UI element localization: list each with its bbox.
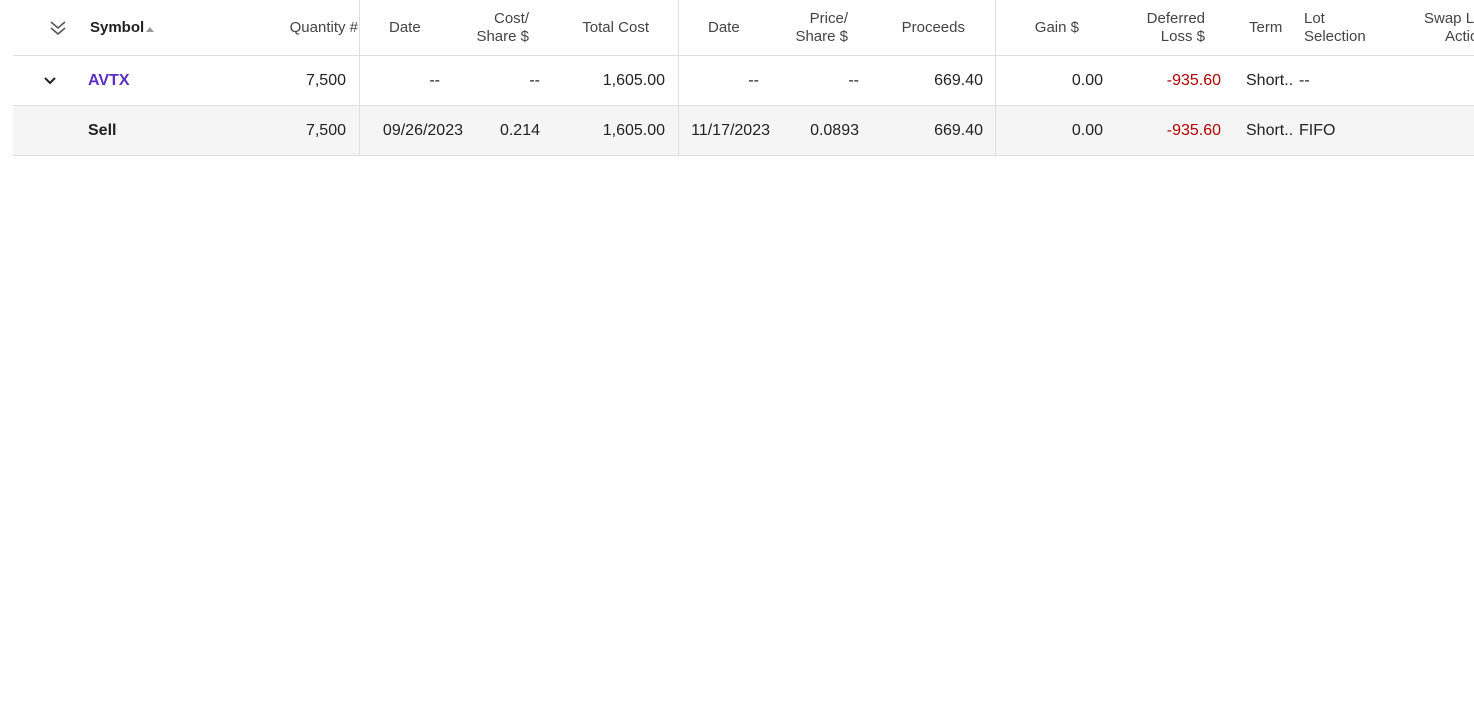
swap-lot-action-header-line2: Actio	[1445, 27, 1474, 45]
proceeds-header[interactable]: Proceeds	[873, 0, 965, 55]
acquired-date-cell: --	[429, 71, 440, 89]
price-per-share-cell: --	[848, 71, 859, 89]
price-per-share-header-line1: Price/	[809, 9, 848, 27]
symbol-header[interactable]: Symbol	[90, 0, 180, 55]
cost-per-share-cell: --	[529, 71, 540, 89]
term-cell: Short..	[1246, 121, 1294, 139]
sort-ascending-icon	[146, 27, 155, 32]
quantity-cell: 7,500	[305, 121, 346, 139]
expand-all-icon[interactable]	[43, 0, 73, 55]
quantity-cell: 7,500	[305, 71, 346, 89]
column-divider	[359, 0, 360, 155]
total-cost-header[interactable]: Total Cost	[553, 0, 649, 55]
column-divider	[678, 0, 679, 155]
gain-cell: 0.00	[1071, 121, 1103, 139]
total-cost-cell: 1,605.00	[602, 71, 665, 89]
cost-per-share-cell: 0.214	[499, 121, 540, 139]
sold-date-header[interactable]: Date	[708, 0, 768, 55]
sold-date-cell: --	[748, 71, 759, 89]
acquired-date-cell: 09/26/2023	[382, 121, 463, 139]
cost-per-share-header[interactable]: Cost/ Share $	[453, 0, 529, 55]
cost-per-share-header-line1: Cost/	[493, 9, 529, 27]
quantity-header[interactable]: Quantity #	[253, 0, 358, 55]
gain-cell: 0.00	[1071, 71, 1103, 89]
table-row: AVTX 7,500 -- -- 1,605.00 -- -- 669.40 0…	[13, 56, 1474, 106]
deferred-loss-header-line1: Deferred	[1146, 9, 1205, 27]
deferred-loss-header-line2: Loss $	[1160, 27, 1205, 45]
lot-selection-header[interactable]: Lot Selection	[1304, 0, 1394, 55]
acquired-date-header[interactable]: Date	[389, 0, 449, 55]
column-divider	[995, 0, 996, 155]
deferred-loss-cell: -935.60	[1166, 71, 1221, 89]
table-header: Symbol Quantity # Date Cost/ Share $ Tot…	[13, 0, 1474, 56]
proceeds-cell: 669.40	[934, 71, 983, 89]
total-cost-cell: 1,605.00	[602, 121, 665, 139]
realized-gain-loss-table: Symbol Quantity # Date Cost/ Share $ Tot…	[13, 0, 1474, 160]
swap-lot-action-header[interactable]: Swap L Actio	[1424, 0, 1474, 55]
proceeds-cell: 669.40	[934, 121, 983, 139]
deferred-loss-cell: -935.60	[1166, 121, 1221, 139]
cost-per-share-header-line2: Share $	[476, 27, 529, 45]
sold-date-cell: 11/17/2023	[691, 121, 770, 139]
symbol-link-text[interactable]: AVTX	[88, 72, 129, 90]
lot-type-cell: Sell	[88, 121, 117, 139]
lot-selection-header-line2: Selection	[1304, 27, 1366, 45]
term-header[interactable]: Term	[1249, 0, 1294, 55]
lot-selection-cell: --	[1299, 71, 1310, 89]
lot-selection-cell: FIFO	[1299, 121, 1336, 139]
swap-lot-action-header-line1: Swap L	[1424, 9, 1474, 27]
gain-header[interactable]: Gain $	[1003, 0, 1079, 55]
symbol-link[interactable]: AVTX	[88, 56, 188, 105]
table-row: Sell 7,500 09/26/2023 0.214 1,605.00 11/…	[13, 106, 1474, 156]
symbol-header-label: Symbol	[90, 18, 145, 36]
term-cell: Short..	[1246, 71, 1294, 89]
price-per-share-header-line2: Share $	[795, 27, 848, 45]
chevron-down-icon[interactable]	[35, 56, 65, 105]
lot-selection-header-line1: Lot	[1304, 9, 1325, 27]
deferred-loss-header[interactable]: Deferred Loss $	[1113, 0, 1205, 55]
price-per-share-header[interactable]: Price/ Share $	[773, 0, 848, 55]
price-per-share-cell: 0.0893	[810, 121, 859, 139]
